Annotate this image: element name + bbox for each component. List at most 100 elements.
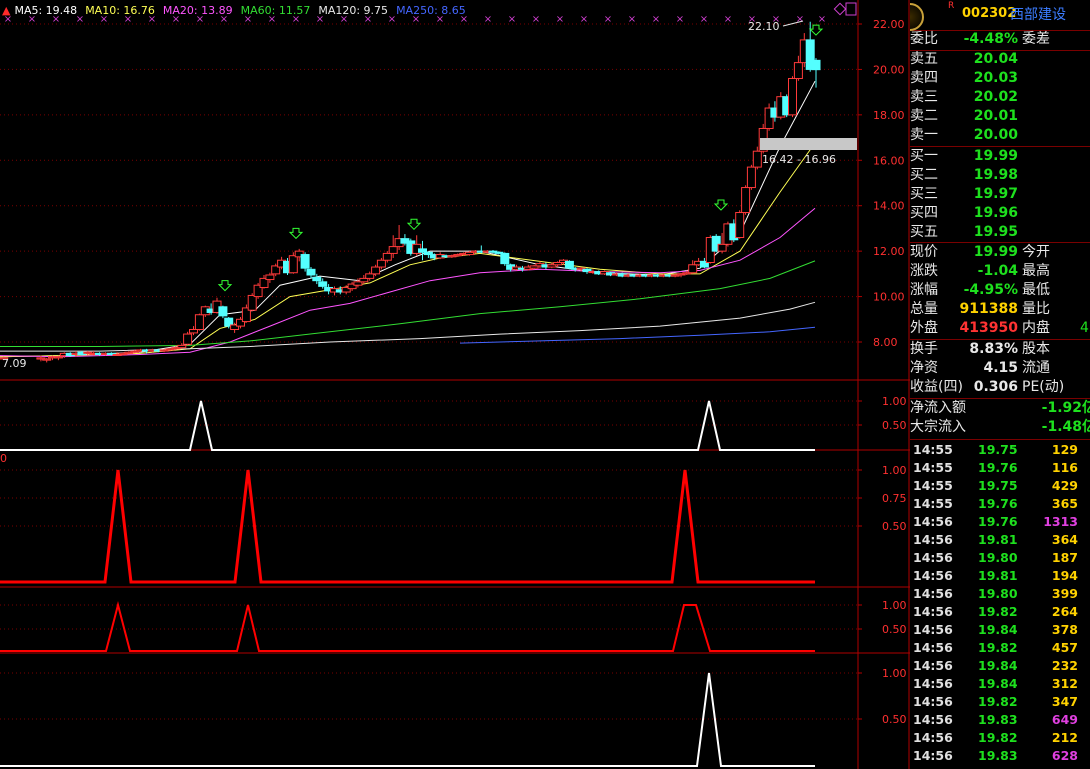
tick-row: 14:56 19.81 364 (910, 531, 1090, 549)
tick-time: 14:56 (913, 730, 953, 745)
quote-row: 收益(四) 0.306 PE(动) (910, 378, 1090, 397)
candle-body (353, 281, 363, 286)
quote-row: 买五 19.95 (910, 223, 1090, 242)
tick-price: 19.76 (978, 460, 1018, 475)
quote-label: 总量 (910, 301, 938, 317)
indicator-axis-label: 0.75 (882, 492, 907, 505)
tick-price: 19.84 (978, 658, 1018, 673)
tick-row: 14:55 19.76 116 (910, 459, 1090, 477)
quote-panel: R 002302 西部建设 委比 -4.48% 委差 卖五 20.04 卖四 20.03 卖三… (910, 0, 1090, 769)
price-axis-label: 8.00 (873, 336, 898, 349)
indicator-axis-label: 1.00 (882, 599, 907, 612)
signal-arrow-icon (713, 199, 729, 211)
quote-row: 卖五 20.04 (910, 50, 1090, 69)
candle-body (359, 277, 369, 283)
tick-price: 19.84 (978, 676, 1018, 691)
tick-volume: 1313 (1043, 514, 1078, 529)
candle-body (564, 260, 574, 269)
quote-value: 20.01 (973, 108, 1018, 124)
stock-name[interactable]: 西部建设 (1010, 4, 1066, 24)
tick-time: 14:56 (913, 550, 953, 565)
tick-time: 14:56 (913, 586, 953, 601)
indicator-axis-label: 1.00 (882, 395, 907, 408)
stock-header: R 002302 西部建设 (910, 0, 1090, 31)
quote-label: 收益(四) (910, 379, 963, 395)
quote-value: 20.00 (973, 127, 1018, 143)
tick-price: 19.83 (978, 712, 1018, 727)
quote-value: 19.97 (973, 186, 1018, 202)
quote-row: 委比 -4.48% 委差 (910, 30, 1090, 49)
quote-label: 卖四 (910, 70, 938, 86)
candle-body (418, 248, 427, 253)
price-axis-label: 20.00 (873, 63, 905, 76)
candle-body (265, 274, 275, 281)
tick-row: 14:56 19.80 187 (910, 549, 1090, 567)
tick-price: 19.76 (978, 514, 1018, 529)
indicator-axis-label: 0.50 (882, 623, 907, 636)
candle-body (189, 329, 198, 334)
signal-arrow-icon (217, 280, 233, 292)
ma5-line (0, 80, 816, 358)
tick-time: 14:55 (913, 460, 953, 475)
candle-body (376, 259, 386, 268)
quote-row: 卖一 20.00 (910, 126, 1090, 145)
candle (53, 355, 63, 361)
stock-code[interactable]: 002302 (962, 6, 1016, 21)
quote-separator (910, 439, 1090, 440)
tick-row: 14:56 19.82 347 (910, 693, 1090, 711)
diamond-icon (833, 2, 847, 16)
quote-value: 19.99 (973, 244, 1018, 260)
tick-volume: 399 (1051, 586, 1078, 601)
tick-volume: 129 (1051, 442, 1078, 457)
quote-label: 卖五 (910, 51, 938, 67)
chart-area[interactable]: 22.00 20.00 18.00 16.00 14.00 12.00 10.00 8.00 ×… (0, 0, 910, 769)
price-axis-label: 22.00 (873, 18, 905, 31)
panel3-line (0, 601, 815, 652)
tick-price: 19.82 (978, 640, 1018, 655)
top-marker: × (580, 14, 588, 25)
candle-body (752, 150, 762, 168)
indicator-axis-label: 1.00 (882, 464, 907, 477)
quote-label-2: 内盘 (1022, 320, 1050, 336)
quote-value: -4.95% (963, 282, 1018, 298)
quote-label: 卖三 (910, 89, 938, 105)
quote-label: 买一 (910, 148, 938, 164)
quote-row: 涨幅 -4.95% 最低 (910, 281, 1090, 300)
quote-label: 卖一 (910, 127, 938, 143)
quote-row: 买四 19.96 (910, 204, 1090, 223)
tick-row: 14:56 19.83 628 (910, 747, 1090, 765)
high-annotation: 22.10 (748, 20, 780, 33)
tick-volume: 457 (1051, 640, 1078, 655)
candle (741, 185, 751, 215)
r-mark: R (948, 1, 955, 11)
quote-label-2: 委差 (1022, 31, 1050, 47)
signal-arrow-icon (406, 218, 422, 231)
flow-label: 净流入额 (910, 400, 966, 416)
candle (500, 252, 510, 266)
tick-volume: 232 (1051, 658, 1078, 673)
panel2-left-label: 0 (0, 452, 7, 465)
tick-price: 19.84 (978, 622, 1018, 637)
top-marker: × (724, 14, 732, 25)
tick-time: 14:56 (913, 694, 953, 709)
candle-body (741, 187, 751, 214)
tick-row: 14:55 19.75 429 (910, 477, 1090, 495)
quote-label: 买四 (910, 205, 938, 221)
tick-price: 19.82 (978, 694, 1018, 709)
tick-time: 14:56 (913, 712, 953, 727)
quote-value: 20.03 (973, 70, 1018, 86)
candle-body (177, 344, 187, 349)
tick-time: 14:56 (913, 568, 953, 583)
quote-label: 买五 (910, 224, 938, 240)
price-axis-label: 16.00 (873, 154, 905, 167)
tick-volume: 212 (1051, 730, 1078, 745)
tick-time: 14:56 (913, 604, 953, 619)
tick-time: 14:55 (913, 442, 953, 457)
candle-body (500, 252, 510, 265)
quote-row: 净资 4.15 流通 (910, 359, 1090, 378)
kline-chart[interactable]: 22.00 20.00 18.00 16.00 14.00 12.00 10.00 8.00 ×… (0, 0, 910, 769)
tick-volume: 194 (1051, 568, 1078, 583)
tick-volume: 312 (1051, 676, 1078, 691)
indicator-axis-label: 0.50 (882, 520, 907, 533)
candle (218, 305, 228, 319)
